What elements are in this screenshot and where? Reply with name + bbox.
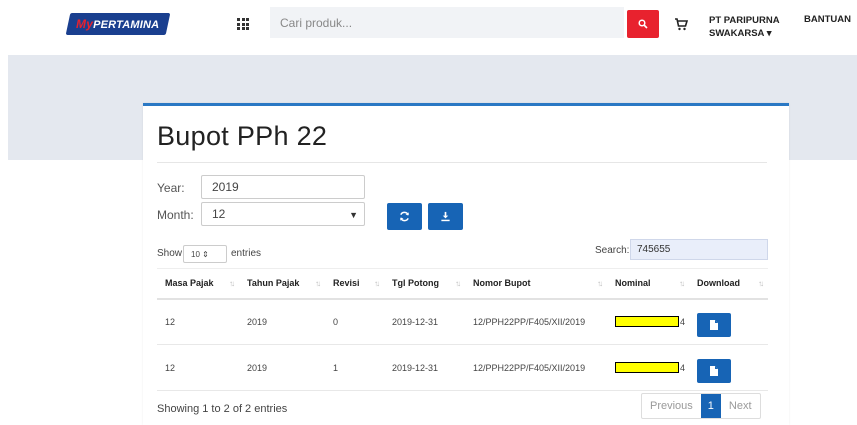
col-nomor-bupot[interactable]: Nomor Bupot ↑↓ (465, 268, 607, 300)
cell-tgl-potong: 2019-12-31 (384, 344, 465, 391)
row-download-button[interactable] (697, 312, 731, 337)
apps-grid-icon[interactable] (237, 18, 249, 30)
cell-tahun-pajak: 2019 (239, 298, 325, 345)
redaction-highlight (615, 316, 679, 328)
table-search-label: Search: (595, 245, 630, 256)
refresh-button[interactable] (387, 203, 422, 230)
year-label: Year: (157, 181, 185, 195)
download-all-button[interactable] (428, 203, 463, 230)
cell-nomor-bupot: 12/PPH22PP/F405/XII/2019 (465, 298, 607, 345)
year-input[interactable]: 2019 (201, 175, 365, 199)
title-divider (157, 162, 767, 163)
table-row: 12 2019 0 2019-12-31 12/PPH22PP/F405/XII… (157, 298, 768, 345)
entries-label: entries (231, 248, 262, 259)
cell-masa-pajak: 12 (157, 298, 239, 345)
pagination-next[interactable]: Next (721, 394, 760, 418)
page-title: Bupot PPh 22 (157, 121, 328, 151)
cell-download (689, 298, 768, 345)
show-label: Show (157, 248, 183, 259)
mypertamina-logo[interactable]: MyPERTAMINA (65, 13, 171, 35)
cell-tahun-pajak: 2019 (239, 344, 325, 391)
product-search-input[interactable]: Cari produk... (270, 7, 624, 38)
table-search-input[interactable]: 745655 (630, 239, 768, 260)
top-navbar: MyPERTAMINA Cari produk... PT PARIPURNA … (0, 0, 857, 50)
cell-masa-pajak: 12 (157, 344, 239, 391)
download-icon (441, 211, 450, 222)
cart-icon[interactable] (674, 17, 688, 31)
chevron-down-icon: ▼ (349, 210, 358, 220)
file-icon (710, 365, 718, 376)
cell-nominal: 4 (607, 298, 689, 345)
col-download[interactable]: Download ↑↓ (689, 268, 768, 300)
month-label: Month: (157, 208, 194, 222)
col-revisi[interactable]: Revisi ↑↓ (325, 268, 384, 300)
row-download-button[interactable] (697, 358, 731, 383)
col-masa-pajak[interactable]: Masa Pajak ↑↓ (157, 268, 239, 300)
cell-nomor-bupot: 12/PPH22PP/F405/XII/2019 (465, 344, 607, 391)
cell-revisi: 1 (325, 344, 384, 391)
table-info: Showing 1 to 2 of 2 entries (157, 403, 288, 415)
col-tahun-pajak[interactable]: Tahun Pajak ↑↓ (239, 268, 325, 300)
bupot-table: Masa Pajak ↑↓ Tahun Pajak ↑↓ Revisi ↑↓ Tgl … (157, 268, 768, 391)
pagination: Previous 1 Next (641, 393, 761, 419)
company-menu[interactable]: PT PARIPURNA SWAKARSA ▾ (709, 14, 780, 40)
help-link[interactable]: BANTUAN (804, 14, 851, 25)
pagination-page-1[interactable]: 1 (700, 394, 721, 418)
col-tgl-potong[interactable]: Tgl Potong ↑↓ (384, 268, 465, 300)
table-row: 12 2019 1 2019-12-31 12/PPH22PP/F405/XII… (157, 344, 768, 391)
cell-revisi: 0 (325, 298, 384, 345)
cell-download (689, 344, 768, 391)
search-icon (638, 19, 648, 29)
cell-nominal: 4 (607, 344, 689, 391)
table-header-row: Masa Pajak ↑↓ Tahun Pajak ↑↓ Revisi ↑↓ Tgl … (157, 268, 768, 300)
month-select[interactable]: 12 ▼ (201, 202, 365, 226)
cell-tgl-potong: 2019-12-31 (384, 298, 465, 345)
redaction-highlight (615, 362, 679, 374)
refresh-icon (400, 211, 409, 222)
col-nominal[interactable]: Nominal ↑↓ (607, 268, 689, 300)
file-icon (710, 319, 718, 330)
entries-length-select[interactable]: 10 ⇕ (183, 245, 227, 263)
pagination-previous[interactable]: Previous (642, 394, 701, 418)
search-button[interactable] (627, 10, 659, 38)
